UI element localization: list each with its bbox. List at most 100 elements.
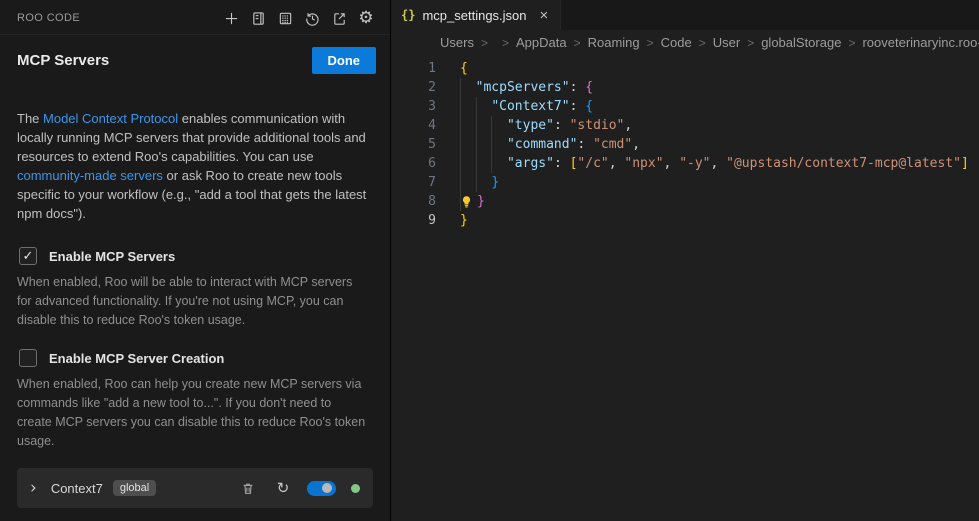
line-number: 2 bbox=[391, 78, 436, 97]
close-tab-icon[interactable]: × bbox=[540, 9, 549, 22]
enable-mcp-creation-checkbox[interactable]: ✓ bbox=[19, 349, 37, 367]
code-line-content: "type": "stdio", bbox=[436, 116, 632, 135]
tab-mcp-settings-json[interactable]: {} mcp_settings.json × bbox=[391, 0, 561, 30]
code-line[interactable]: 1{ bbox=[391, 59, 979, 78]
code-line[interactable]: 8} bbox=[391, 192, 979, 211]
breadcrumb-item[interactable]: Roaming bbox=[588, 35, 640, 50]
code-token: "args" bbox=[507, 154, 554, 173]
intro-text-segment: The bbox=[17, 111, 43, 126]
code-line[interactable]: 2 "mcpServers": { bbox=[391, 78, 979, 97]
breadcrumb-separator: > bbox=[647, 36, 654, 50]
code-line-content: "args": ["/c", "npx", "-y", "@upstash/co… bbox=[436, 154, 969, 173]
code-token: , bbox=[711, 154, 727, 173]
code-line[interactable]: 5 "command": "cmd", bbox=[391, 135, 979, 154]
code-token: } bbox=[460, 211, 468, 230]
mcp-intro-text: The Model Context Protocol enables commu… bbox=[17, 109, 373, 223]
breadcrumb-separator: > bbox=[699, 36, 706, 50]
intro-link[interactable]: Model Context Protocol bbox=[43, 111, 178, 126]
code-token: "npx" bbox=[624, 154, 663, 173]
history-icon[interactable] bbox=[303, 9, 321, 27]
code-line[interactable]: 7 } bbox=[391, 173, 979, 192]
roo-code-panel: ROO CODE ⚙ MCP Servers Done The bbox=[0, 0, 391, 521]
gear-icon[interactable]: ⚙ bbox=[357, 9, 375, 27]
breadcrumb-separator: > bbox=[747, 36, 754, 50]
code-line[interactable]: 4 "type": "stdio", bbox=[391, 116, 979, 135]
panel-header: ROO CODE ⚙ bbox=[0, 0, 390, 35]
server-status-dot bbox=[351, 484, 360, 493]
code-token: : bbox=[554, 154, 570, 173]
intro-link[interactable]: community-made servers bbox=[17, 168, 163, 183]
delete-server-icon[interactable] bbox=[239, 481, 257, 496]
line-number: 6 bbox=[391, 154, 436, 173]
breadcrumb-item[interactable]: Users bbox=[440, 35, 474, 50]
code-line[interactable]: 3 "Context7": { bbox=[391, 97, 979, 116]
indent-guide bbox=[460, 78, 461, 211]
lightbulb-icon[interactable] bbox=[460, 194, 476, 209]
code-token bbox=[460, 154, 507, 173]
code-token: : bbox=[570, 78, 586, 97]
code-token: "mcpServers" bbox=[476, 78, 570, 97]
enable-mcp-servers-row: ✓ Enable MCP Servers bbox=[19, 247, 373, 265]
indent-guide bbox=[491, 116, 492, 173]
code-token: "/c" bbox=[577, 154, 608, 173]
code-token: , bbox=[624, 116, 632, 135]
enable-mcp-creation-label: Enable MCP Server Creation bbox=[49, 351, 224, 366]
code-token: "type" bbox=[507, 116, 554, 135]
code-token: , bbox=[609, 154, 625, 173]
code-editor[interactable]: 1{2 "mcpServers": {3 "Context7": {4 "typ… bbox=[391, 55, 979, 521]
line-number: 5 bbox=[391, 135, 436, 154]
code-token: "@upstash/context7-mcp@latest" bbox=[726, 154, 961, 173]
breadcrumb-item[interactable]: Code bbox=[661, 35, 692, 50]
tab-filename: mcp_settings.json bbox=[422, 8, 526, 23]
code-line-content: "command": "cmd", bbox=[436, 135, 640, 154]
done-button[interactable]: Done bbox=[312, 47, 377, 74]
code-token: "-y" bbox=[679, 154, 710, 173]
line-number: 7 bbox=[391, 173, 436, 192]
open-external-icon[interactable] bbox=[330, 9, 348, 27]
expand-chevron-icon[interactable]: › bbox=[30, 481, 37, 495]
breadcrumb-separator: > bbox=[574, 36, 581, 50]
code-line[interactable]: 6 "args": ["/c", "npx", "-y", "@upstash/… bbox=[391, 154, 979, 173]
app-title: ROO CODE bbox=[17, 12, 80, 24]
code-token: { bbox=[585, 97, 593, 116]
toggle-knob bbox=[322, 483, 332, 493]
breadcrumb-item[interactable]: AppData bbox=[516, 35, 567, 50]
panel-toolbar: ⚙ bbox=[222, 9, 375, 27]
restart-server-icon[interactable]: ↻ bbox=[274, 479, 292, 497]
code-token: , bbox=[664, 154, 680, 173]
enable-mcp-creation-description: When enabled, Roo can help you create ne… bbox=[17, 375, 369, 451]
enable-mcp-servers-checkbox[interactable]: ✓ bbox=[19, 247, 37, 265]
code-token: : bbox=[570, 97, 586, 116]
breadcrumb-item[interactable]: rooveterinaryinc.roo-cli bbox=[862, 35, 979, 50]
breadcrumb-item[interactable]: User bbox=[713, 35, 740, 50]
line-number: 8 bbox=[391, 192, 436, 211]
code-token: , bbox=[632, 135, 640, 154]
tab-bar: {} mcp_settings.json × bbox=[391, 0, 979, 30]
title-row: MCP Servers Done bbox=[0, 35, 390, 84]
code-line-content: { bbox=[436, 59, 468, 78]
code-token: : bbox=[577, 135, 593, 154]
code-token: } bbox=[491, 173, 499, 192]
code-token bbox=[460, 135, 507, 154]
code-lines: 1{2 "mcpServers": {3 "Context7": {4 "typ… bbox=[391, 59, 979, 230]
server-enabled-toggle[interactable] bbox=[307, 481, 336, 496]
code-token: { bbox=[460, 59, 468, 78]
mcp-servers-icon[interactable] bbox=[276, 9, 294, 27]
code-line[interactable]: 9} bbox=[391, 211, 979, 230]
breadcrumb-item[interactable]: globalStorage bbox=[761, 35, 841, 50]
notebook-icon[interactable] bbox=[249, 9, 267, 27]
mcp-server-row-context7[interactable]: › Context7 global ↻ bbox=[17, 468, 373, 508]
code-token: } bbox=[477, 192, 485, 211]
code-token: "stdio" bbox=[570, 116, 625, 135]
page-title: MCP Servers bbox=[17, 52, 109, 69]
json-file-icon: {} bbox=[401, 8, 415, 22]
line-number: 1 bbox=[391, 59, 436, 78]
breadcrumb: Users>>AppData>Roaming>Code>User>globalS… bbox=[391, 30, 979, 55]
line-number: 3 bbox=[391, 97, 436, 116]
code-token: "cmd" bbox=[593, 135, 632, 154]
line-number: 9 bbox=[391, 211, 436, 230]
code-token bbox=[460, 116, 507, 135]
plus-icon[interactable] bbox=[222, 9, 240, 27]
code-token: [ bbox=[570, 154, 578, 173]
server-scope-badge: global bbox=[113, 480, 156, 496]
